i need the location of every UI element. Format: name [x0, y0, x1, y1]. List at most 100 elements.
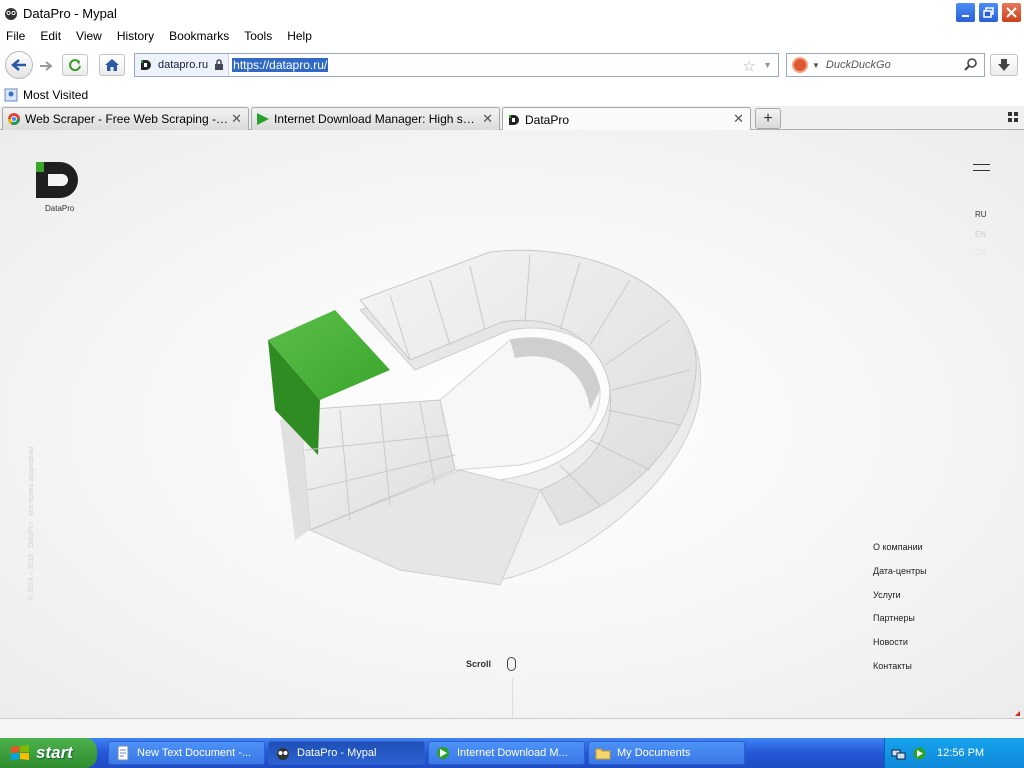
tab-label: Internet Download Manager: High speed ..… [274, 112, 481, 126]
minimize-button[interactable] [955, 2, 976, 23]
tab-close-icon[interactable]: ✕ [733, 111, 744, 127]
tab-close-icon[interactable]: ✕ [231, 111, 242, 127]
side-navigation: О компании Дата-центры Услуги Партнеры Н… [873, 542, 927, 685]
forward-arrow-icon [40, 61, 53, 71]
taskbar-item-my-documents[interactable]: My Documents [588, 741, 745, 765]
close-window-button[interactable] [1001, 2, 1022, 23]
task-label: New Text Document -... [137, 747, 252, 759]
most-visited-bookmark[interactable]: Most Visited [23, 88, 88, 102]
nav-link-services[interactable]: Услуги [873, 590, 927, 614]
home-button[interactable] [99, 54, 125, 76]
site-identity[interactable]: datapro.ru [135, 54, 230, 76]
menu-history[interactable]: History [117, 29, 154, 43]
menu-help[interactable]: Help [287, 29, 312, 43]
duckduckgo-icon[interactable] [792, 57, 808, 73]
bookmarks-toolbar: Most Visited [0, 84, 1024, 106]
nav-link-contacts[interactable]: Контакты [873, 661, 927, 685]
restore-button[interactable] [978, 2, 999, 23]
nav-link-news[interactable]: Новости [873, 637, 927, 661]
taskbar-item-text-document[interactable]: New Text Document -... [108, 741, 265, 765]
datapro-favicon [509, 114, 519, 125]
taskbar-item-idm[interactable]: Internet Download M... [428, 741, 585, 765]
scroll-guide-line [512, 678, 513, 718]
tab-strip: Web Scraper - Free Web Scraping - Chro..… [0, 106, 1024, 131]
scroll-label: Scroll [466, 659, 492, 669]
nav-link-about[interactable]: О компании [873, 542, 927, 566]
most-visited-icon [4, 88, 18, 102]
copyright-vertical-text: © 2014 – 2018 · DataPro · все права защи… [28, 446, 35, 600]
search-bar[interactable]: ▼ DuckDuckGo [786, 53, 985, 77]
site-domain: datapro.ru [158, 59, 209, 71]
menu-file[interactable]: File [6, 29, 25, 43]
notepad-icon [117, 745, 129, 761]
tab-web-scraper[interactable]: Web Scraper - Free Web Scraping - Chro..… [2, 107, 249, 130]
start-button[interactable]: start [0, 738, 97, 768]
idm-tray-icon[interactable] [912, 746, 927, 761]
task-label: DataPro - Mypal [297, 747, 377, 759]
mypal-app-icon [5, 8, 17, 20]
nav-link-partners[interactable]: Партнеры [873, 613, 927, 637]
scroll-mouse-icon[interactable] [507, 657, 516, 671]
forward-button[interactable] [35, 57, 57, 75]
idm-favicon-icon [257, 113, 269, 125]
network-icon[interactable] [891, 746, 906, 761]
tab-close-icon[interactable]: ✕ [482, 111, 493, 127]
menu-edit[interactable]: Edit [40, 29, 61, 43]
windows-flag-icon [11, 745, 29, 760]
datapro-logo[interactable] [34, 160, 82, 200]
tab-label: Web Scraper - Free Web Scraping - Chro..… [25, 112, 230, 126]
window-title: DataPro - Mypal [23, 5, 117, 21]
tab-list-icon[interactable] [1008, 112, 1018, 122]
tab-internet-download-manager[interactable]: Internet Download Manager: High speed ..… [251, 107, 500, 130]
lang-ru-link[interactable]: RU [975, 210, 987, 219]
lock-icon [215, 59, 224, 70]
reload-icon [69, 59, 81, 72]
corner-resize-mark [1015, 711, 1020, 716]
system-tray: 12:56 PM [884, 738, 1024, 768]
status-bar [0, 718, 1024, 738]
lang-cn-link[interactable]: CN [975, 248, 987, 257]
tab-datapro[interactable]: DataPro ✕ [502, 107, 751, 131]
chrome-favicon-icon [8, 113, 20, 125]
back-arrow-icon [11, 59, 26, 71]
windows-taskbar: start New Text Document -... DataPro - M… [0, 738, 1024, 768]
url-input[interactable]: https://datapro.ru/ [232, 58, 329, 72]
taskbar-item-mypal[interactable]: DataPro - Mypal [268, 741, 425, 765]
web-page: DataPro RU EN CN О компании Дата-центры … [0, 130, 1024, 718]
folder-icon [595, 748, 611, 760]
engine-dropdown-icon[interactable]: ▼ [812, 61, 820, 70]
hero-3d-d-logo-image [268, 249, 702, 586]
datapro-favicon [141, 60, 151, 70]
menu-view[interactable]: View [76, 29, 102, 43]
bookmark-star-icon[interactable]: ☆ [743, 57, 756, 75]
tab-label: DataPro [525, 112, 570, 127]
hamburger-menu-icon[interactable] [973, 164, 990, 172]
downloads-button[interactable] [990, 54, 1018, 76]
start-label: start [36, 743, 73, 762]
home-icon [105, 59, 119, 71]
search-input[interactable]: DuckDuckGo [826, 59, 891, 71]
new-tab-button[interactable]: + [755, 108, 781, 129]
restore-icon [983, 7, 994, 18]
idm-app-icon [437, 747, 449, 759]
url-dropdown-icon[interactable]: ▼ [763, 60, 772, 70]
download-arrow-icon [998, 59, 1010, 71]
menu-bar: File Edit View History Bookmarks Tools H… [0, 26, 1024, 46]
mypal-app-icon [277, 748, 289, 760]
task-label: Internet Download M... [457, 747, 568, 759]
minimize-icon [961, 14, 969, 17]
logo-text: DataPro [45, 204, 75, 213]
menu-bookmarks[interactable]: Bookmarks [169, 29, 229, 43]
nav-link-datacenters[interactable]: Дата-центры [873, 566, 927, 590]
url-bar[interactable]: datapro.ru https://datapro.ru/ ☆ ▼ [134, 53, 779, 77]
back-button[interactable] [5, 51, 33, 79]
navigation-toolbar: datapro.ru https://datapro.ru/ ☆ ▼ ▼ Duc… [0, 46, 1024, 84]
task-label: My Documents [617, 747, 691, 759]
search-icon[interactable] [964, 57, 978, 71]
menu-tools[interactable]: Tools [244, 29, 272, 43]
close-icon [1006, 7, 1017, 18]
taskbar-clock: 12:56 PM [937, 747, 985, 759]
lang-en-link[interactable]: EN [975, 230, 986, 239]
reload-button[interactable] [62, 54, 88, 76]
window-titlebar: DataPro - Mypal [0, 0, 1024, 26]
